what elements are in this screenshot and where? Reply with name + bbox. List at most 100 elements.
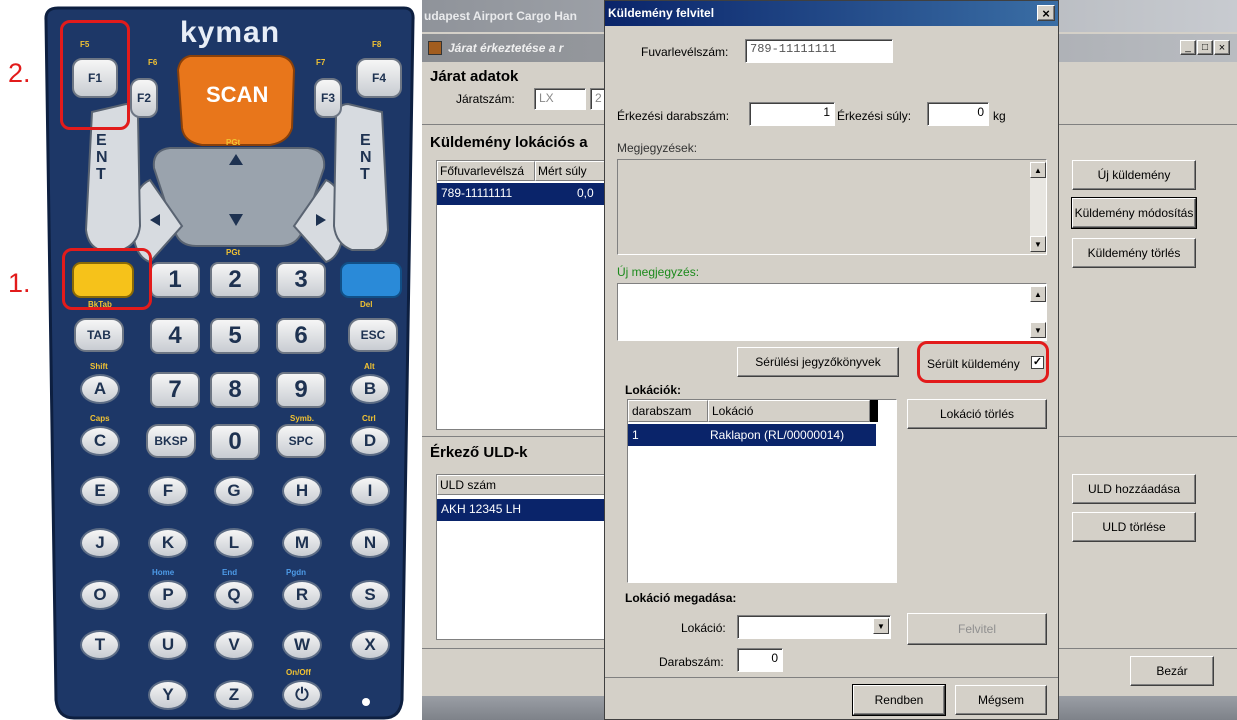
loc-header-count[interactable]: darabszam xyxy=(628,400,708,422)
notes-area[interactable]: ▲ ▼ xyxy=(617,159,1047,255)
ent-right-key[interactable]: ENT xyxy=(360,132,372,183)
key-j[interactable]: J xyxy=(80,528,120,558)
arrival-count-label: Érkezési darabszám: xyxy=(617,109,730,123)
key-3[interactable]: 3 xyxy=(276,262,326,298)
shipment-table[interactable]: Főfuvarlevélszá Mért súly 789-11111111 0… xyxy=(436,160,607,430)
location-delete-button[interactable]: Lokáció törlés xyxy=(907,399,1047,429)
key-4[interactable]: 4 xyxy=(150,318,200,354)
new-shipment-button[interactable]: Új küldemény xyxy=(1072,160,1196,190)
table-row[interactable]: 1 Raklapon (RL/00000014) xyxy=(628,424,876,446)
key-r[interactable]: R xyxy=(282,580,322,610)
key-1[interactable]: 1 xyxy=(150,262,200,298)
add-location-button[interactable]: Felvitel xyxy=(907,613,1047,645)
dialog-close-button[interactable]: × xyxy=(1037,5,1055,21)
key-g[interactable]: G xyxy=(214,476,254,506)
table-header-awb[interactable]: Főfuvarlevélszá xyxy=(437,161,535,181)
key-e[interactable]: E xyxy=(80,476,120,506)
power-key[interactable]: ⏻ xyxy=(282,680,322,710)
modify-shipment-button[interactable]: Küldemény módosítás xyxy=(1071,197,1197,229)
blue-key[interactable] xyxy=(340,262,402,298)
damage-report-button[interactable]: Sérülési jegyzőkönyvek xyxy=(737,347,899,377)
new-note-textarea[interactable]: ▲ ▼ xyxy=(617,283,1047,341)
key-n[interactable]: N xyxy=(350,528,390,558)
flight-no-input[interactable]: LX xyxy=(534,88,586,110)
key-7[interactable]: 7 xyxy=(150,372,200,408)
loc-header-location[interactable]: Lokáció xyxy=(708,400,870,422)
delete-shipment-button[interactable]: Küldemény törlés xyxy=(1072,238,1196,268)
key-z[interactable]: Z xyxy=(214,680,254,710)
key-h[interactable]: H xyxy=(282,476,322,506)
ok-button[interactable]: Rendben xyxy=(852,684,946,716)
awb-input[interactable]: 789-11111111 xyxy=(745,39,893,63)
f4-key[interactable]: F4 xyxy=(356,58,402,98)
bksp-key[interactable]: BKSP xyxy=(146,424,196,458)
uld-header[interactable]: ULD szám xyxy=(437,475,607,495)
arrival-count-input[interactable]: 1 xyxy=(749,102,835,126)
maximize-button[interactable]: □ xyxy=(1197,40,1213,55)
up-arrow-icon[interactable] xyxy=(229,165,243,179)
key-s[interactable]: S xyxy=(350,580,390,610)
uld-add-button[interactable]: ULD hozzáadása xyxy=(1072,474,1196,504)
location-select[interactable]: ▼ xyxy=(737,615,891,639)
alt-label: Alt xyxy=(364,362,375,371)
ent-left-key[interactable]: ENT xyxy=(96,132,108,183)
f2-key[interactable]: F2 xyxy=(130,78,158,118)
key-p[interactable]: P xyxy=(148,580,188,610)
key-l[interactable]: L xyxy=(214,528,254,558)
flight-section-title: Járat adatok xyxy=(430,68,519,85)
key-0[interactable]: 0 xyxy=(210,424,260,460)
notes-scroll-up-icon[interactable]: ▲ xyxy=(1030,162,1046,178)
esc-key[interactable]: ESC xyxy=(348,318,398,352)
key-f[interactable]: F xyxy=(148,476,188,506)
new-note-scroll-down-icon[interactable]: ▼ xyxy=(1030,322,1046,338)
key-k[interactable]: K xyxy=(148,528,188,558)
key-o[interactable]: O xyxy=(80,580,120,610)
f3-key[interactable]: F3 xyxy=(314,78,342,118)
tab-key[interactable]: TAB xyxy=(74,318,124,352)
symb-label: Symb. xyxy=(290,414,315,423)
brand-logo: kyman xyxy=(180,16,281,49)
key-v[interactable]: V xyxy=(214,630,254,660)
key-9[interactable]: 9 xyxy=(276,372,326,408)
arrival-weight-input[interactable]: 0 xyxy=(927,102,989,126)
close-window-button[interactable]: × xyxy=(1214,40,1230,55)
key-c[interactable]: C xyxy=(80,426,120,456)
key-5[interactable]: 5 xyxy=(210,318,260,354)
key-u[interactable]: U xyxy=(148,630,188,660)
del-label: Del xyxy=(360,300,373,309)
cancel-button[interactable]: Mégsem xyxy=(955,685,1047,715)
new-note-scroll-up-icon[interactable]: ▲ xyxy=(1030,286,1046,302)
notes-scrollbar[interactable] xyxy=(1030,178,1046,236)
key-w[interactable]: W xyxy=(282,630,322,660)
table-cell-awb: 789-11111111 xyxy=(441,186,513,200)
key-b[interactable]: B xyxy=(350,374,390,404)
uld-table[interactable]: ULD szám AKH 12345 LH xyxy=(436,474,607,640)
awb-label: Fuvarlevélszám: xyxy=(641,45,729,59)
chevron-down-icon[interactable]: ▼ xyxy=(873,618,889,634)
key-6[interactable]: 6 xyxy=(276,318,326,354)
key-i[interactable]: I xyxy=(350,476,390,506)
key-y[interactable]: Y xyxy=(148,680,188,710)
key-2[interactable]: 2 xyxy=(210,262,260,298)
spc-key[interactable]: SPC xyxy=(276,424,326,458)
notes-scroll-down-icon[interactable]: ▼ xyxy=(1030,236,1046,252)
key-m[interactable]: M xyxy=(282,528,322,558)
locations-table[interactable]: darabszam Lokáció 1 Raklapon (RL/0000001… xyxy=(627,399,897,583)
minimize-button[interactable]: _ xyxy=(1180,40,1196,55)
uld-row[interactable]: AKH 12345 LH xyxy=(437,499,607,521)
key-q[interactable]: Q xyxy=(214,580,254,610)
uld-delete-button[interactable]: ULD törlése xyxy=(1072,512,1196,542)
key-x[interactable]: X xyxy=(350,630,390,660)
table-row[interactable]: 789-11111111 0,0 xyxy=(437,183,607,205)
key-d[interactable]: D xyxy=(350,426,390,456)
close-button[interactable]: Bezár xyxy=(1130,656,1214,686)
home-label: Home xyxy=(152,568,175,577)
table-header-weight[interactable]: Mért súly xyxy=(535,161,607,181)
scan-key[interactable]: SCAN xyxy=(206,82,268,108)
quantity-input[interactable]: 0 xyxy=(737,648,783,672)
flight-no-label: Járatszám: xyxy=(456,92,515,106)
shift-label: Shift xyxy=(90,362,108,371)
key-a[interactable]: A xyxy=(80,374,120,404)
key-t[interactable]: T xyxy=(80,630,120,660)
key-8[interactable]: 8 xyxy=(210,372,260,408)
